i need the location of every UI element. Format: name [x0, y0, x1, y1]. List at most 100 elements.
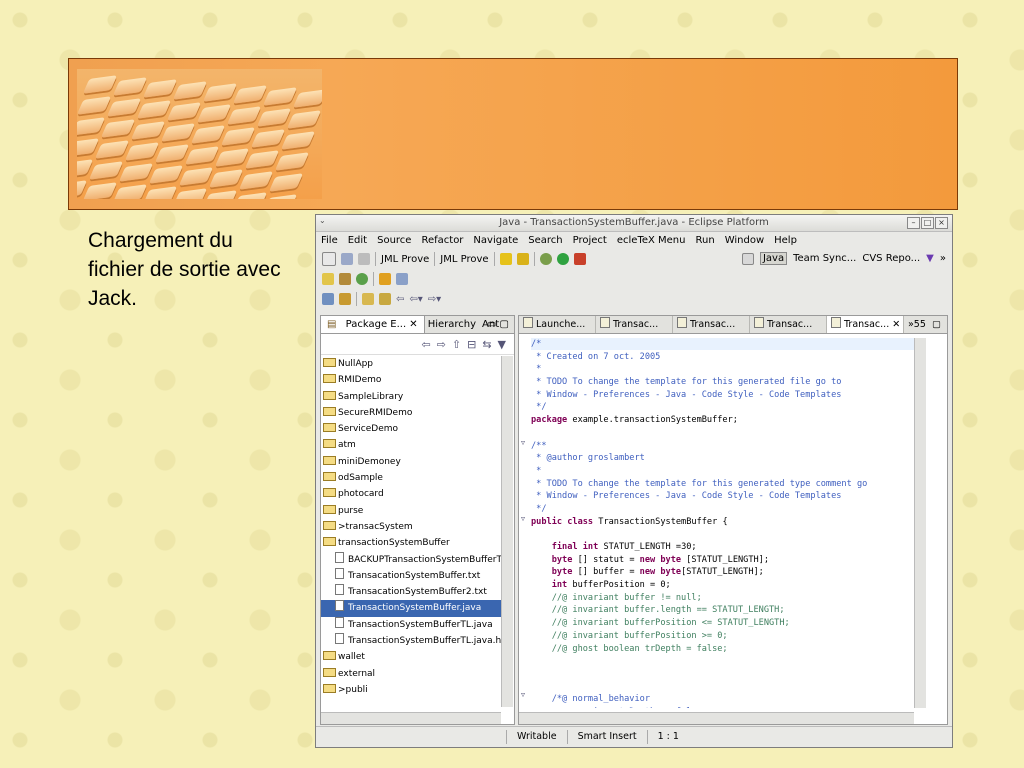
link-with-editor-icon[interactable]: ⇆ — [482, 338, 491, 351]
tab-hierarchy[interactable]: Hierarchy — [425, 319, 479, 330]
view-menu-icon[interactable]: ▼ — [498, 338, 506, 351]
jml-prove-button-2[interactable]: JML Prove — [440, 254, 488, 265]
tree-file[interactable]: TransacationSystemBuffer.txt — [321, 567, 501, 584]
menu-edit[interactable]: Edit — [348, 235, 367, 246]
next-annotation-icon[interactable] — [362, 293, 374, 305]
code-token: public class — [531, 516, 594, 527]
tree-folder[interactable]: SampleLibrary — [321, 389, 501, 405]
editor-tab-transac-2[interactable]: Transac... — [673, 316, 750, 333]
tree-folder[interactable]: odSample — [321, 470, 501, 486]
code-line: byte [] statut = new byte [STATUT_LENGTH… — [531, 554, 921, 567]
editor-tab-transac-active[interactable]: Transac... ✕ — [827, 316, 904, 333]
open-package-icon[interactable] — [339, 273, 351, 285]
perspective-java[interactable]: Java — [759, 252, 788, 265]
editor-tab-transac-3[interactable]: Transac... — [750, 316, 827, 333]
menu-file[interactable]: File — [321, 235, 338, 246]
editor-tab-transac-1[interactable]: Transac... — [596, 316, 673, 333]
fold-icon[interactable]: ▿ — [521, 690, 525, 699]
save-icon[interactable] — [341, 253, 353, 265]
last-edit-icon[interactable]: ⇦ — [396, 294, 404, 305]
tree-folder[interactable]: RMIDemo — [321, 372, 501, 388]
perspective-team-sync[interactable]: Team Sync... — [793, 253, 856, 264]
maximize-button[interactable]: □ — [921, 217, 934, 229]
search-icon[interactable] — [322, 293, 334, 305]
open-perspective-icon[interactable] — [741, 252, 754, 265]
debug-icon[interactable] — [539, 253, 552, 265]
editor-vertical-scrollbar[interactable] — [914, 338, 926, 708]
collapse-all-icon[interactable]: ⊟ — [467, 338, 476, 351]
tree-folder[interactable]: >publi — [321, 682, 501, 698]
tree-file[interactable]: TransactionSystemBuffer.java — [321, 600, 501, 617]
tree-file[interactable]: BACKUPTransactionSystemBufferT — [321, 551, 501, 568]
menu-refactor[interactable]: Refactor — [421, 235, 463, 246]
code-token: //@ invariant bufferPosition >= 0; — [531, 630, 728, 641]
external-tools-icon[interactable] — [573, 253, 586, 265]
view-minimize-icon[interactable]: ▭ ▢ — [484, 319, 512, 330]
perspective-more-icon[interactable]: ▼ — [926, 253, 934, 264]
tree-folder[interactable]: photocard — [321, 486, 501, 502]
tree-folder[interactable]: external — [321, 666, 501, 682]
up-icon[interactable]: ⇧ — [452, 338, 461, 351]
back-icon[interactable]: ⇦ — [421, 338, 430, 351]
tree-folder[interactable]: wallet — [321, 649, 501, 665]
new-icon[interactable] — [322, 252, 336, 266]
tree-file[interactable]: TransactionSystemBufferTL.java.ht — [321, 633, 501, 649]
fold-icon[interactable]: ▿ — [521, 514, 525, 523]
tree-folder[interactable]: ServiceDemo — [321, 421, 501, 437]
editor-tab-launcher[interactable]: Launche... — [519, 316, 596, 333]
forward-icon[interactable]: ⇨ — [437, 338, 446, 351]
perspective-overflow[interactable]: » — [940, 253, 946, 264]
menu-project[interactable]: Project — [573, 235, 607, 246]
keyboard-key — [214, 148, 250, 167]
code-line: public class TransactionSystemBuffer { — [531, 516, 921, 529]
tree-folder[interactable]: transactionSystemBuffer — [321, 535, 501, 551]
back-icon[interactable]: ⇦▾ — [409, 294, 422, 305]
link-icon[interactable] — [396, 273, 408, 285]
menu-run[interactable]: Run — [696, 235, 715, 246]
menu-source[interactable]: Source — [377, 235, 411, 246]
editor-maximize-icon[interactable]: ▢ — [928, 316, 945, 333]
open-type-icon[interactable] — [322, 273, 334, 285]
forward-icon[interactable]: ⇨▾ — [428, 294, 441, 305]
print-icon[interactable] — [358, 253, 370, 265]
code-line: /** — [531, 440, 921, 453]
tree-folder[interactable]: >transacSystem — [321, 519, 501, 535]
tree-folder[interactable]: NullApp — [321, 356, 501, 372]
code-area[interactable]: /* * Created on 7 oct. 2005 * * TODO To … — [531, 338, 921, 708]
code-token: /*@ normal_behavior — [531, 694, 650, 705]
menu-window[interactable]: Window — [725, 235, 764, 246]
code-token: TransactionSystemBuffer { — [593, 516, 728, 527]
tree-folder[interactable]: SecureRMIDemo — [321, 405, 501, 421]
tree-file[interactable]: TransacationSystemBuffer2.txt — [321, 584, 501, 600]
prev-annotation-icon[interactable] — [379, 293, 391, 305]
tree-file[interactable]: TransactionSystemBufferTL.java — [321, 616, 501, 633]
code-line: * Window - Preferences - Java - Code Sty… — [531, 490, 921, 503]
minimize-button[interactable]: – — [907, 217, 920, 229]
close-button[interactable]: × — [935, 217, 948, 229]
pin-icon[interactable] — [339, 293, 351, 305]
jml-prove-button-1[interactable]: JML Prove — [381, 254, 429, 265]
menu-navigate[interactable]: Navigate — [473, 235, 518, 246]
keyboard-key — [262, 194, 298, 199]
tree-horizontal-scrollbar[interactable] — [321, 712, 501, 724]
perspective-cvs[interactable]: CVS Repo... — [862, 253, 920, 264]
class-icon[interactable] — [499, 253, 512, 265]
fold-icon[interactable]: ▿ — [521, 438, 525, 447]
tree-folder[interactable]: miniDemoney — [321, 454, 501, 470]
run-icon[interactable] — [556, 253, 569, 265]
menu-help[interactable]: Help — [774, 235, 797, 246]
menu-search[interactable]: Search — [528, 235, 562, 246]
code-line: byte [] buffer = new byte[STATUT_LENGTH]… — [531, 566, 921, 579]
code-token: * @author groslambert — [531, 453, 645, 464]
tree-folder[interactable]: purse — [321, 503, 501, 519]
tab-package-explorer[interactable]: ▤ Package E... ✕ — [321, 316, 425, 333]
tree-vertical-scrollbar[interactable] — [501, 356, 513, 707]
new-class-icon[interactable] — [356, 273, 368, 285]
class-icon-2[interactable] — [516, 253, 529, 265]
menu-ecletex[interactable]: ecleTeX Menu — [617, 235, 686, 246]
edit-icon[interactable] — [379, 273, 391, 285]
editor-tab-overflow[interactable]: »55 — [904, 316, 930, 333]
tree-folder[interactable]: atm — [321, 437, 501, 453]
editor-horizontal-scrollbar[interactable] — [519, 712, 914, 724]
